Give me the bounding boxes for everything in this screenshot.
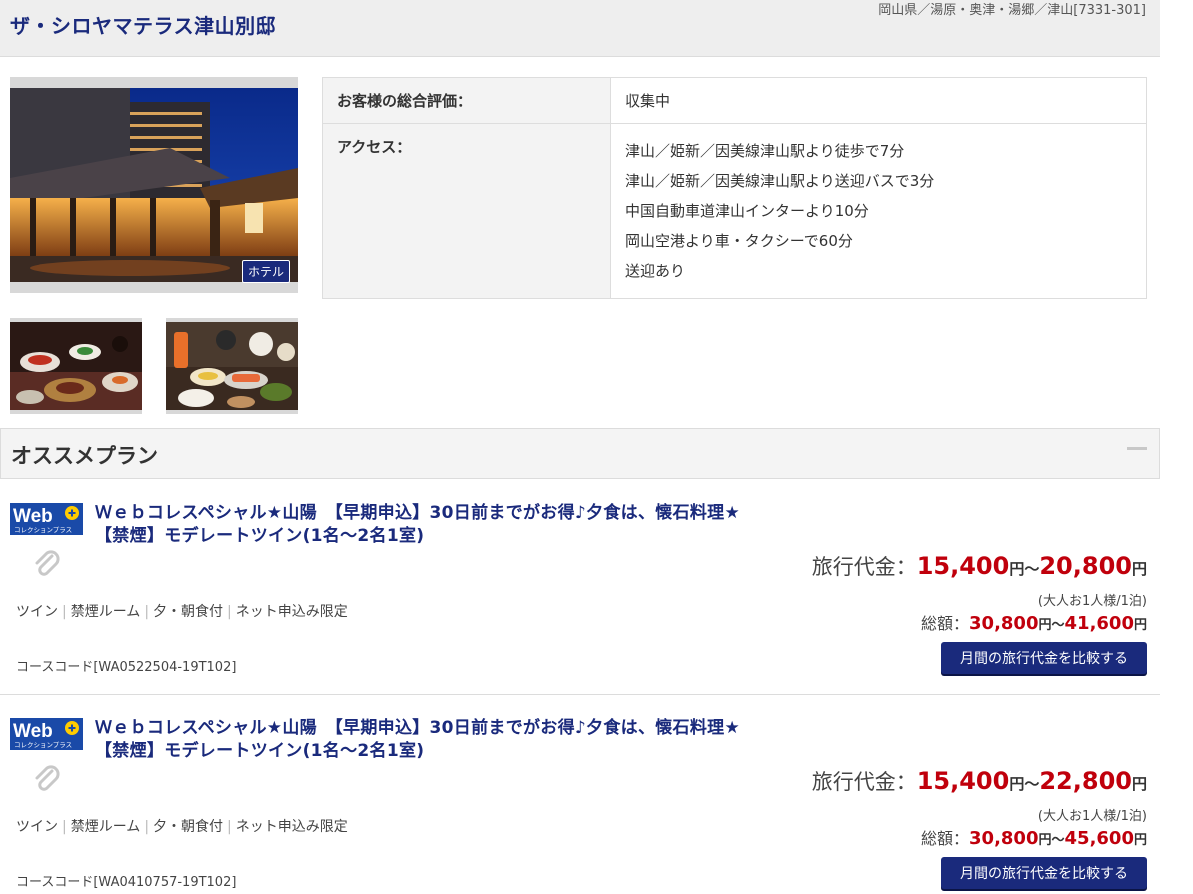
section-title: オススメプラン	[11, 444, 158, 468]
thumbnail-japanese-breakfast[interactable]	[166, 318, 298, 414]
total-min: 30,800	[969, 613, 1039, 634]
course-code: コースコード[WA0410757-19T102]	[16, 875, 237, 890]
total-max: 45,600	[1064, 828, 1134, 849]
logo-subtext: コレクションプラス	[14, 526, 72, 534]
hotel-header: ザ・シロヤマテラス津山別邸 岡山県／湯原・奥津・湯郷／津山[7331-301]	[0, 0, 1160, 57]
rating-value: 収集中	[610, 77, 1147, 124]
total-label: 総額：	[921, 829, 970, 848]
total-min: 30,800	[969, 828, 1039, 849]
price-range: 旅行代金：15,400円～22,800円	[811, 767, 1147, 795]
main-hotel-photo[interactable]: ホテル	[10, 77, 298, 293]
access-list: 津山／姫新／因美線津山駅より徒歩で7分 津山／姫新／因美線津山駅より送迎バスで3…	[610, 123, 1147, 299]
price-label: 旅行代金：	[811, 770, 917, 794]
tag-smoking: 禁煙ルーム	[70, 604, 141, 620]
recommended-plans-header[interactable]: オススメプラン	[0, 428, 1160, 479]
tag-booking: ネット申込み限定	[235, 604, 348, 620]
price-max: 22,800	[1039, 767, 1132, 795]
price-min: 15,400	[916, 552, 1010, 580]
access-item: 津山／姫新／因美線津山駅より徒歩で7分	[625, 142, 905, 160]
total-max: 41,600	[1064, 613, 1134, 634]
per-person-note: (大人お1人様/1泊)	[1037, 809, 1147, 824]
paperclip-icon[interactable]	[30, 763, 62, 795]
tag-room-type: ツイン	[16, 819, 58, 835]
access-label: アクセス：	[322, 123, 611, 299]
hotel-info-table: お客様の総合評価： 収集中 アクセス： 津山／姫新／因美線津山駅より徒歩で7分 …	[322, 77, 1147, 299]
per-person-note: (大人お1人様/1泊)	[1037, 594, 1147, 609]
logo-text: Web	[13, 721, 53, 742]
plan-tags: ツイン | 禁煙ルーム | 夕・朝食付 | ネット申込み限定	[16, 604, 348, 620]
plan-item: Web コレクションプラス Ｗｅｂコレスペシャル★山陽 【早期申込】30日前まで…	[0, 695, 1160, 894]
plan-item: Web コレクションプラス Ｗｅｂコレスペシャル★山陽 【早期申込】30日前まで…	[0, 480, 1160, 695]
access-item: 送迎あり	[625, 262, 686, 280]
web-collection-plus-logo-icon: Web コレクションプラス	[10, 718, 83, 750]
price-label: 旅行代金：	[811, 555, 917, 579]
compare-monthly-price-button[interactable]: 月間の旅行代金を比較する	[941, 642, 1147, 674]
price-max: 20,800	[1039, 552, 1132, 580]
tag-meals: 夕・朝食付	[153, 819, 224, 835]
hotel-exterior-image	[10, 88, 298, 282]
access-item: 岡山空港より車・タクシーで60分	[625, 232, 853, 250]
access-item: 中国自動車道津山インターより10分	[625, 202, 869, 220]
logo-text: Web	[13, 506, 53, 527]
plan-title-link[interactable]: Ｗｅｂコレスペシャル★山陽 【早期申込】30日前までがお得♪夕食は、懐石料理★ …	[95, 502, 740, 548]
total-price: 総額：30,800円～41,600円	[921, 613, 1147, 634]
tag-room-type: ツイン	[16, 604, 58, 620]
breakfast-image	[166, 322, 298, 410]
paperclip-icon[interactable]	[30, 548, 62, 580]
accommodation-type-badge: ホテル	[241, 260, 290, 283]
plan-title-link[interactable]: Ｗｅｂコレスペシャル★山陽 【早期申込】30日前までがお得♪夕食は、懐石料理★ …	[95, 717, 740, 763]
access-item: 津山／姫新／因美線津山駅より送迎バスで3分	[625, 172, 935, 190]
price-min: 15,400	[916, 767, 1010, 795]
rating-row: お客様の総合評価： 収集中	[322, 77, 1147, 124]
price-range: 旅行代金：15,400円～20,800円	[811, 552, 1147, 580]
location-breadcrumb: 岡山県／湯原・奥津・湯郷／津山[7331-301]	[878, 3, 1146, 18]
web-collection-plus-logo-icon: Web コレクションプラス	[10, 503, 83, 535]
rating-label: お客様の総合評価：	[322, 77, 611, 124]
access-row: アクセス： 津山／姫新／因美線津山駅より徒歩で7分 津山／姫新／因美線津山駅より…	[322, 123, 1147, 299]
logo-subtext: コレクションプラス	[14, 741, 72, 749]
compare-monthly-price-button[interactable]: 月間の旅行代金を比較する	[941, 857, 1147, 889]
course-code: コースコード[WA0522504-19T102]	[16, 660, 237, 675]
tag-booking: ネット申込み限定	[235, 819, 348, 835]
tag-smoking: 禁煙ルーム	[70, 819, 141, 835]
collapse-icon[interactable]	[1127, 447, 1147, 450]
thumbnail-kaiseki-dinner[interactable]	[10, 318, 142, 414]
tag-meals: 夕・朝食付	[153, 604, 224, 620]
total-price: 総額：30,800円～45,600円	[921, 828, 1147, 849]
dinner-image	[10, 322, 142, 410]
total-label: 総額：	[921, 614, 970, 633]
plan-tags: ツイン | 禁煙ルーム | 夕・朝食付 | ネット申込み限定	[16, 819, 348, 835]
hotel-name[interactable]: ザ・シロヤマテラス津山別邸	[10, 10, 276, 39]
